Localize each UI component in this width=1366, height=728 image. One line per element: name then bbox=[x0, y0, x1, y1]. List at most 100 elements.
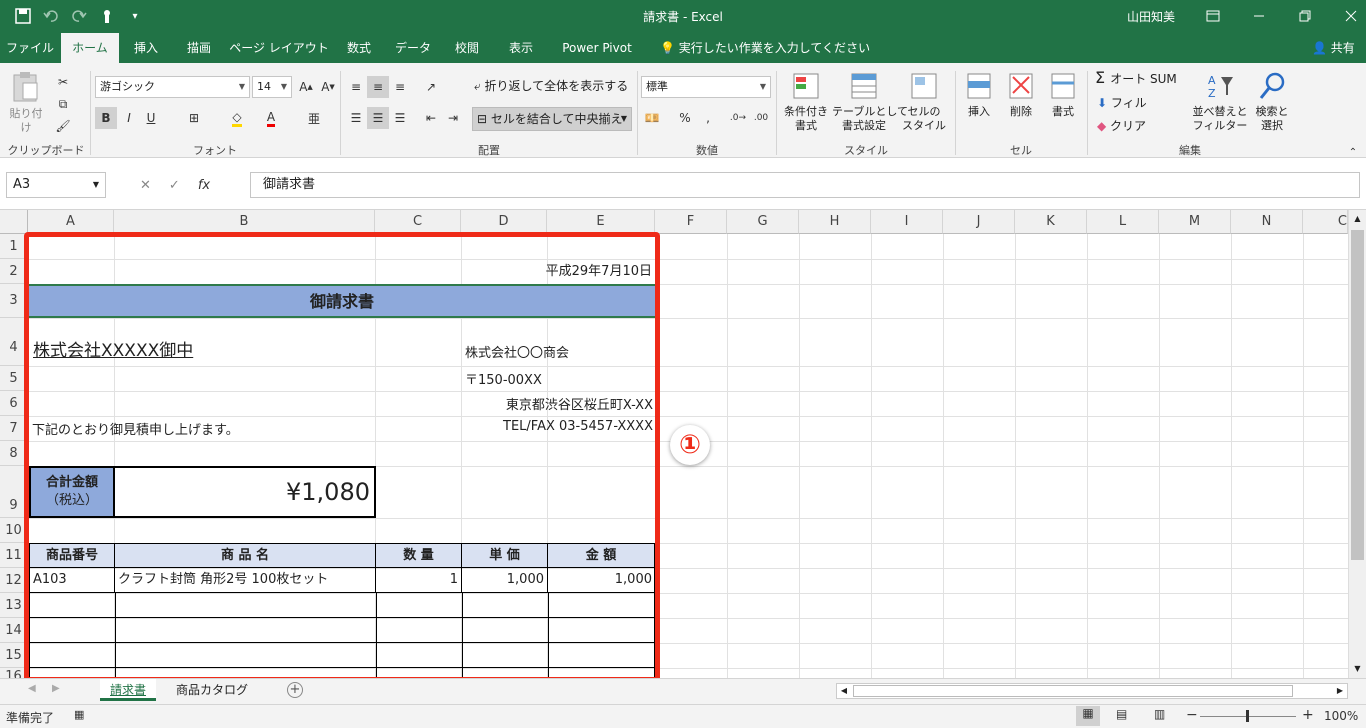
clear-button[interactable]: ◆ クリア bbox=[1097, 119, 1146, 133]
row-header[interactable]: 6 bbox=[0, 391, 28, 416]
amount-cell[interactable]: 1,000 bbox=[547, 568, 655, 593]
conditional-formatting-button[interactable]: 条件付き 書式 bbox=[780, 71, 832, 133]
decrease-decimal-icon[interactable]: .00 bbox=[750, 107, 772, 129]
row-header[interactable]: 5 bbox=[0, 366, 28, 391]
bold-button[interactable]: B bbox=[95, 107, 117, 129]
col-header-f[interactable]: F bbox=[655, 210, 727, 234]
share-button[interactable]: 👤 共有 bbox=[1312, 33, 1355, 63]
zoom-level[interactable]: 100% bbox=[1324, 709, 1358, 723]
tab-formulas[interactable]: 数式 bbox=[333, 33, 385, 63]
increase-decimal-icon[interactable]: .0→ bbox=[727, 107, 749, 129]
row-header[interactable]: 4 bbox=[0, 318, 28, 366]
name-box[interactable]: A3 ▼ bbox=[6, 172, 106, 198]
sheet-prev-icon[interactable]: ◀ bbox=[28, 683, 36, 694]
tab-view[interactable]: 表示 bbox=[495, 33, 547, 63]
tab-data[interactable]: データ bbox=[387, 33, 439, 63]
cut-icon[interactable]: ✂ bbox=[52, 71, 74, 93]
customer-name-cell[interactable]: 株式会社XXXXX御中 bbox=[33, 336, 193, 361]
date-cell[interactable]: 平成29年7月10日 bbox=[462, 259, 654, 284]
col-header-d[interactable]: D bbox=[461, 210, 547, 234]
enter-icon[interactable]: ✓ bbox=[169, 178, 180, 193]
font-name-select[interactable]: 游ゴシック ▼ bbox=[95, 76, 250, 98]
underline-button[interactable]: U bbox=[140, 107, 162, 129]
decrease-indent-icon[interactable]: ⇤ bbox=[420, 107, 442, 129]
sheet-tab-invoice[interactable]: 請求書 bbox=[100, 679, 157, 701]
align-center-icon[interactable]: ☰ bbox=[367, 107, 389, 129]
italic-button[interactable]: I bbox=[118, 107, 140, 129]
zoom-slider[interactable] bbox=[1200, 710, 1296, 722]
format-cells-button[interactable]: 書式 bbox=[1044, 71, 1082, 119]
sheet-tab-catalog[interactable]: 商品カタログ bbox=[166, 679, 258, 701]
row-header[interactable]: 8 bbox=[0, 441, 28, 466]
cell-styles-button[interactable]: セルの スタイル bbox=[898, 71, 950, 133]
col-header-m[interactable]: M bbox=[1159, 210, 1231, 234]
hscroll-thumb[interactable] bbox=[853, 685, 1293, 697]
ribbon-display-icon[interactable] bbox=[1190, 0, 1236, 32]
page-layout-view-icon[interactable]: ▤ bbox=[1116, 707, 1127, 721]
percent-icon[interactable]: % bbox=[674, 107, 696, 129]
paste-button[interactable]: 貼り付け bbox=[6, 71, 46, 135]
fill-color-icon[interactable]: ◇ bbox=[226, 107, 248, 129]
grow-font-icon[interactable]: A ▲ bbox=[295, 76, 317, 98]
col-header-g[interactable]: G bbox=[727, 210, 799, 234]
header-quantity[interactable]: 数 量 bbox=[375, 543, 462, 568]
fill-button[interactable]: ⬇ フィル bbox=[1097, 96, 1147, 110]
zoom-in-icon[interactable]: + bbox=[1302, 707, 1314, 723]
worksheet-grid[interactable]: A B C D E F G H I J K L M N C 1 2 3 4 5 … bbox=[0, 210, 1366, 678]
total-amount-cell[interactable]: ¥1,080 bbox=[114, 466, 376, 518]
format-painter-icon[interactable]: 🖌 bbox=[52, 115, 74, 137]
scroll-down-icon[interactable]: ▼ bbox=[1349, 660, 1366, 678]
tab-insert[interactable]: 挿入 bbox=[121, 33, 171, 63]
row-header[interactable]: 15 bbox=[0, 643, 28, 668]
add-sheet-icon[interactable]: + bbox=[287, 682, 303, 698]
cancel-icon[interactable]: ✕ bbox=[140, 178, 151, 193]
col-header-l[interactable]: L bbox=[1087, 210, 1159, 234]
tab-page-layout[interactable]: ページ レイアウト bbox=[227, 33, 331, 63]
align-right-icon[interactable]: ☰ bbox=[389, 107, 411, 129]
font-color-icon[interactable]: A bbox=[260, 107, 282, 129]
row-header[interactable]: 3 bbox=[0, 284, 28, 318]
col-header-h[interactable]: H bbox=[799, 210, 871, 234]
wrap-text-button[interactable]: ⤶ 折り返して全体を表示する bbox=[474, 79, 628, 93]
col-header-i[interactable]: I bbox=[871, 210, 943, 234]
orientation-icon[interactable]: ↗ bbox=[420, 76, 442, 98]
tab-file[interactable]: ファイル bbox=[0, 33, 60, 63]
row-header[interactable]: 14 bbox=[0, 618, 28, 643]
find-select-button[interactable]: 検索と 選択 bbox=[1252, 71, 1292, 133]
font-size-select[interactable]: 14 ▼ bbox=[252, 76, 292, 98]
invoice-title-cell[interactable]: 御請求書 bbox=[29, 284, 655, 318]
align-middle-icon[interactable]: ≡ bbox=[367, 76, 389, 98]
scroll-left-icon[interactable]: ◀ bbox=[837, 684, 851, 698]
sheet-next-icon[interactable]: ▶ bbox=[52, 683, 60, 694]
quantity-cell[interactable]: 1 bbox=[375, 568, 462, 593]
col-header-b[interactable]: B bbox=[114, 210, 375, 234]
number-format-select[interactable]: 標準 ▼ bbox=[641, 76, 771, 98]
align-top-icon[interactable]: ≡ bbox=[345, 76, 367, 98]
header-item-code[interactable]: 商品番号 bbox=[29, 543, 115, 568]
item-code-cell[interactable]: A103 bbox=[29, 568, 115, 593]
row-header[interactable]: 11 bbox=[0, 543, 28, 568]
scroll-right-icon[interactable]: ▶ bbox=[1333, 684, 1347, 698]
macro-record-icon[interactable]: ▦ bbox=[74, 708, 84, 721]
row-header[interactable]: 13 bbox=[0, 593, 28, 618]
page-break-view-icon[interactable]: ▥ bbox=[1154, 707, 1165, 721]
tell-me-box[interactable]: 💡 実行したい作業を入力してください bbox=[660, 33, 870, 63]
formula-input[interactable]: 御請求書 bbox=[250, 172, 1360, 198]
tab-draw[interactable]: 描画 bbox=[173, 33, 225, 63]
tel-fax-cell[interactable]: TEL/FAX 03-5457-XXXX bbox=[462, 419, 654, 434]
col-header-j[interactable]: J bbox=[943, 210, 1015, 234]
align-bottom-icon[interactable]: ≡ bbox=[389, 76, 411, 98]
row-header[interactable]: 10 bbox=[0, 518, 28, 543]
col-header-k[interactable]: K bbox=[1015, 210, 1087, 234]
borders-icon[interactable]: ⊞ bbox=[183, 107, 205, 129]
address-cell[interactable]: 東京都渋谷区桜丘町X-XX bbox=[462, 394, 654, 413]
row-header[interactable]: 16 bbox=[0, 668, 28, 678]
insert-function-icon[interactable]: fx bbox=[198, 178, 210, 193]
col-header-c[interactable]: C bbox=[375, 210, 461, 234]
format-as-table-button[interactable]: テーブルとして 書式設定 bbox=[832, 71, 908, 133]
user-name[interactable]: 山田知美 bbox=[1127, 8, 1175, 25]
row-header[interactable]: 1 bbox=[0, 234, 28, 259]
unit-price-cell[interactable]: 1,000 bbox=[461, 568, 548, 593]
row-header[interactable]: 7 bbox=[0, 416, 28, 441]
zoom-slider-thumb[interactable] bbox=[1246, 710, 1249, 722]
